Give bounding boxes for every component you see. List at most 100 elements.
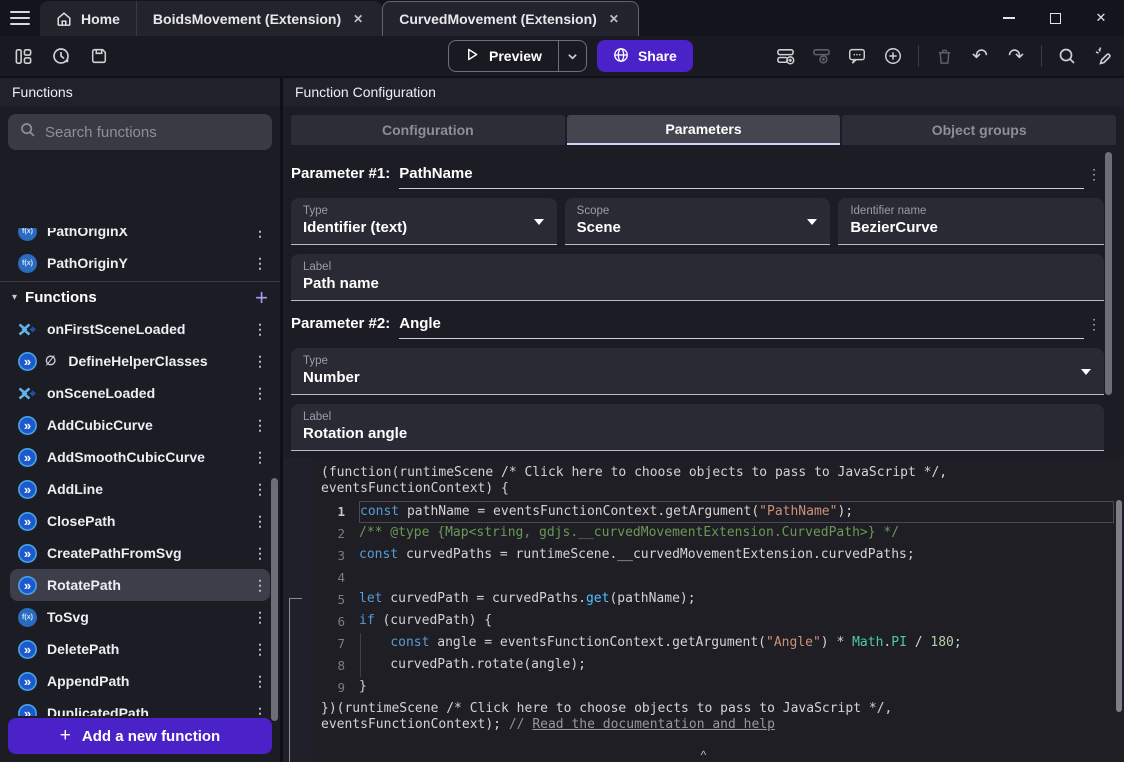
parameter-header: Parameter #2:Angle⋮ [291,307,1104,339]
function-name: DuplicatedPath [47,705,149,716]
documentation-link[interactable]: Read the documentation and help [532,717,775,732]
function-item[interactable]: f(x)PathOriginX⋮ [10,228,270,247]
history-icon[interactable] [50,45,72,67]
redo-icon[interactable]: ↷ [1005,45,1027,67]
code-line[interactable]: 1const pathName = eventsFunctionContext.… [313,501,1124,523]
save-icon[interactable] [88,45,110,67]
tab-configuration[interactable]: Configuration [291,115,565,145]
kebab-menu-icon[interactable]: ⋮ [250,417,270,434]
function-item[interactable]: »AddCubicCurve⋮ [10,409,270,441]
event-drag-handle[interactable] [289,598,302,762]
code-line[interactable]: 6if (curvedPath) { [313,611,1124,633]
parameter-number-label: Parameter #1: [291,165,390,189]
delete-icon[interactable] [933,45,955,67]
add-comment-icon[interactable] [846,45,868,67]
code-line[interactable]: 3const curvedPaths = runtimeScene.__curv… [313,545,1124,567]
kebab-menu-icon[interactable]: ⋮ [250,705,270,717]
close-tab-icon[interactable]: ✕ [606,10,622,28]
function-item[interactable]: onSceneLoaded⋮ [10,377,270,409]
lifecycle-function-icon [18,320,37,339]
kebab-menu-icon[interactable]: ⋮ [250,609,270,626]
kebab-menu-icon[interactable]: ⋮ [250,449,270,466]
kebab-menu-icon[interactable]: ⋮ [1084,166,1104,189]
kebab-menu-icon[interactable]: ⋮ [250,228,270,240]
undo-icon[interactable]: ↶ [969,45,991,67]
field-label: Type [303,355,1092,367]
js-code-editor[interactable]: (function(runtimeScene /* Click here to … [313,458,1124,762]
kebab-menu-icon[interactable]: ⋮ [250,641,270,658]
parameter-name-input[interactable]: Angle [399,315,1084,339]
function-item[interactable]: f(x)ToSvg⋮ [10,601,270,633]
project-manager-icon[interactable] [12,45,34,67]
code-line[interactable]: 9} [313,677,1124,699]
function-item[interactable]: »DuplicatedPath⋮ [10,697,270,716]
line-content: const angle = eventsFunctionContext.getA… [359,633,1124,655]
field-identifier-name[interactable]: Identifier nameBezierCurve [838,198,1104,245]
function-item[interactable]: onFirstSceneLoaded⋮ [10,313,270,345]
close-window-button[interactable]: ✕ [1078,0,1124,36]
functions-section-header[interactable]: ▾Functions+ [0,281,280,313]
section-collapse-icon[interactable]: ▾ [12,292,17,303]
function-item[interactable]: »∅DefineHelperClasses⋮ [10,345,270,377]
parameter-name-input[interactable]: PathName [399,165,1084,189]
kebab-menu-icon[interactable]: ⋮ [250,353,270,370]
tab-boidsmovement-extension-[interactable]: BoidsMovement (Extension)✕ [136,1,382,36]
tab-home[interactable]: Home [40,1,136,36]
code-line[interactable]: 7 const angle = eventsFunctionContext.ge… [313,633,1124,655]
collapse-caret-icon[interactable]: ^ [701,748,707,762]
kebab-menu-icon[interactable]: ⋮ [250,481,270,498]
add-circle-icon[interactable] [882,45,904,67]
field-label-input[interactable]: LabelPath name [291,254,1104,301]
function-item[interactable]: »CreatePathFromSvg⋮ [10,537,270,569]
function-item[interactable]: »AddLine⋮ [10,473,270,505]
field-scope[interactable]: ScopeScene [565,198,831,245]
add-event-icon[interactable] [774,45,796,67]
search-functions-box[interactable] [8,114,272,150]
kebab-menu-icon[interactable]: ⋮ [250,385,270,402]
kebab-menu-icon[interactable]: ⋮ [250,577,270,594]
add-function-plus-icon[interactable]: + [255,287,268,309]
close-tab-icon[interactable]: ✕ [350,10,366,28]
sidebar-scrollbar[interactable] [271,478,278,721]
action-function-icon: » [18,544,37,563]
field-type[interactable]: TypeIdentifier (text) [291,198,557,245]
search-events-icon[interactable] [1056,45,1078,67]
maximize-button[interactable] [1032,0,1078,36]
tab-curvedmovement-extension-[interactable]: CurvedMovement (Extension)✕ [382,1,639,36]
parameters-scrollbar[interactable] [1105,152,1112,395]
action-function-icon: » [18,448,37,467]
code-scrollbar[interactable] [1116,500,1122,712]
function-item[interactable]: »AddSmoothCubicCurve⋮ [10,441,270,473]
kebab-menu-icon[interactable]: ⋮ [250,321,270,338]
kebab-menu-icon[interactable]: ⋮ [250,545,270,562]
kebab-menu-icon[interactable]: ⋮ [250,673,270,690]
tab-parameters[interactable]: Parameters [567,115,841,145]
function-item[interactable]: »DeletePath⋮ [10,633,270,665]
kebab-menu-icon[interactable]: ⋮ [250,255,270,272]
function-item[interactable]: »AppendPath⋮ [10,665,270,697]
field-label-input[interactable]: LabelRotation angle [291,404,1104,451]
function-name: DeletePath [47,641,119,657]
kebab-menu-icon[interactable]: ⋮ [1084,316,1104,339]
code-line[interactable]: 4 [313,567,1124,589]
search-functions-input[interactable] [45,124,261,141]
function-item[interactable]: »RotatePath⋮ [10,569,270,601]
function-item[interactable]: f(x)PathOriginY⋮ [10,247,270,279]
add-subevent-icon[interactable] [810,45,832,67]
code-header: (function(runtimeScene /* Click here to … [313,458,1124,497]
minimize-button[interactable] [986,0,1032,36]
tab-object-groups[interactable]: Object groups [842,115,1116,145]
edit-events-icon[interactable] [1092,45,1114,67]
code-line[interactable]: 5let curvedPath = curvedPaths.get(pathNa… [313,589,1124,611]
preview-button[interactable]: Preview [448,40,587,72]
share-button[interactable]: Share [597,40,693,72]
field-type[interactable]: TypeNumber [291,348,1104,395]
add-function-button[interactable]: + Add a new function [8,718,272,754]
kebab-menu-icon[interactable]: ⋮ [250,513,270,530]
private-icon: ∅ [45,353,56,369]
function-item[interactable]: »ClosePath⋮ [10,505,270,537]
code-line[interactable]: 8 curvedPath.rotate(angle); [313,655,1124,677]
code-line[interactable]: 2/** @type {Map<string, gdjs.__curvedMov… [313,523,1124,545]
preview-dropdown-button[interactable] [558,41,586,71]
menu-icon[interactable] [0,0,40,36]
